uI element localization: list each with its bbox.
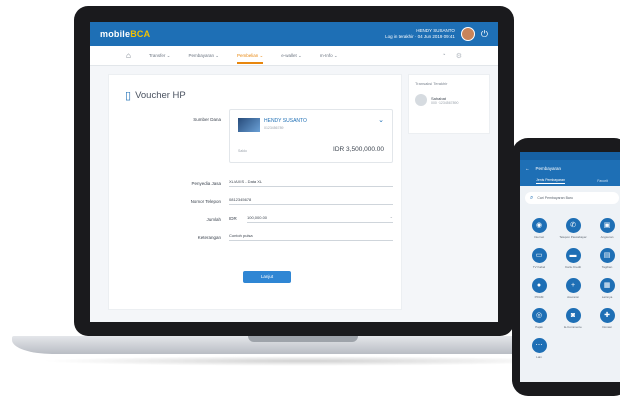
nav-pembayaran[interactable]: Pembayaran ⌄ [188, 46, 219, 66]
content: ▯ Voucher HP Sumber Dana HENDY SUSANTO 0… [90, 66, 498, 322]
payment-item[interactable]: ▦ Lainnya [592, 278, 620, 299]
phone-tabs: Jenis Pembayaran Favorit [520, 176, 620, 186]
user-info: HENDY SUSANTO Log in terakhir · 04 Jun 2… [385, 28, 455, 40]
recent-avatar [415, 94, 427, 106]
payment-item-label: Pajak [535, 325, 543, 329]
payment-item[interactable]: ✆ Telepon Pascabayar [558, 218, 588, 239]
account-name: HENDY SUSANTO [264, 118, 307, 124]
payment-item-label: Tagihan [601, 265, 613, 269]
source-label: Sumber Dana [193, 117, 221, 122]
tv-icon: ▭ [531, 248, 547, 263]
payment-item-label: Kartu Kredit [565, 265, 581, 269]
page-title: ▯ Voucher HP [125, 90, 186, 102]
payment-item-label: TV Kabel [532, 265, 546, 269]
submit-button[interactable]: Lanjut [243, 271, 291, 283]
payment-item[interactable]: ✚ Donasi [592, 308, 620, 329]
recent-transactions-panel: Transaksi Terakhir Sahabat 000 ·12345678… [408, 74, 490, 134]
laptop-shadow [40, 356, 570, 366]
recent-item[interactable]: Sahabat 000 ·1234567890 [415, 94, 483, 106]
avatar[interactable] [460, 27, 475, 41]
school-icon: ◎ [531, 308, 547, 323]
amount-select[interactable]: 100,000.00 ⌄ [247, 211, 393, 223]
nav-transfer[interactable]: Transfer ⌄ [149, 46, 171, 66]
payment-item-label: Telepon Pascabayar [559, 235, 587, 239]
laptop-notch [248, 336, 358, 342]
amount-label: Jumlah [206, 217, 221, 222]
nav-ewallet[interactable]: e-wallet ⌄ [281, 46, 302, 66]
nav-pembelian[interactable]: Pembelian ⌄ [237, 46, 264, 66]
nav-minfo[interactable]: m-Info ⌄ [320, 46, 338, 66]
app-logo[interactable]: mobileBCA [100, 29, 150, 39]
building-icon: ▦ [599, 278, 615, 293]
payment-item-label: PDAM [534, 295, 544, 299]
last-login: Log in terakhir · 04 Jun 2019 09:41 [385, 34, 455, 39]
doc-icon: ▤ [599, 248, 615, 263]
card-image [238, 118, 260, 132]
power-icon[interactable]: ⏻ [481, 29, 488, 40]
phone-screen: ← Pembayaran Jenis Pembayaran Favorit ⌕ … [520, 152, 620, 382]
chevron-down-icon[interactable]: ⌄ [378, 116, 384, 124]
currency-label: IDR [229, 216, 237, 221]
phone-label: Nomor Telepon [190, 199, 221, 204]
nav-icons: ◔ ⚙ [441, 52, 462, 60]
phone-header: ← Pembayaran [520, 160, 620, 176]
wifi-icon: ◉ [531, 218, 547, 233]
payment-item[interactable]: ⋯ Lain [524, 338, 554, 359]
phone-icon: ✆ [565, 218, 581, 233]
more-icon: ⋯ [531, 338, 547, 353]
user-area: HENDY SUSANTO Log in terakhir · 04 Jun 2… [385, 27, 488, 41]
tab-favorit[interactable]: Favorit [597, 179, 608, 183]
payment-item-label: Angsuran [600, 235, 614, 239]
note-input[interactable]: Contoh pulsa [229, 229, 393, 241]
top-bar: mobileBCA HENDY SUSANTO Log in terakhir … [90, 22, 498, 46]
settings-icon[interactable]: ⚙ [456, 52, 462, 60]
card-icon: ▬ [565, 248, 581, 263]
search-icon: ⌕ [530, 194, 534, 201]
voucher-form-panel: ▯ Voucher HP Sumber Dana HENDY SUSANTO 0… [108, 74, 402, 310]
side-title: Transaksi Terakhir [415, 81, 448, 86]
payment-item-label: Asuransi [567, 295, 579, 299]
payment-item-label: Donasi [602, 325, 612, 329]
wallet-icon: ▣ [599, 218, 615, 233]
account-balance: IDR 3,500,000.00 [333, 146, 384, 153]
provider-label: Penyedia Jasa [191, 181, 221, 186]
saldo-label: Saldo [238, 149, 247, 153]
recent-sub: 000 ·1234567890 [431, 100, 459, 105]
phone-status-bar [520, 152, 620, 160]
plus-icon: + [565, 278, 581, 293]
payment-item-label: Lainnya [601, 295, 613, 299]
payment-item[interactable]: ▣ Angsuran [592, 218, 620, 239]
account-card[interactable]: HENDY SUSANTO 0123456789 ⌄ Saldo IDR 3,5… [229, 109, 393, 163]
tab-jenis[interactable]: Jenis Pembayaran [536, 178, 566, 184]
provider-select[interactable]: XL/AXIS - Data XL [229, 175, 393, 187]
laptop-screen: mobileBCA HENDY SUSANTO Log in terakhir … [90, 22, 498, 322]
phone-search[interactable]: ⌕ Cari Pembayaran Baru [525, 192, 619, 204]
payment-item-label: Internet [533, 235, 545, 239]
payment-item[interactable]: ◎ Pajak [524, 308, 554, 329]
payment-item[interactable]: ▭ TV Kabel [524, 248, 554, 269]
payment-item[interactable]: ◙ E-Commerce [558, 308, 588, 329]
payment-item[interactable]: + Asuransi [558, 278, 588, 299]
phone-title: Pembayaran [535, 165, 562, 171]
note-label: Keterangan [197, 235, 221, 240]
payment-item-label: E-Commerce [564, 325, 582, 329]
payment-item[interactable]: ▬ Kartu Kredit [558, 248, 588, 269]
water-icon: ● [531, 278, 547, 293]
payment-item[interactable]: ▤ Tagihan [592, 248, 620, 269]
phone-icon: ▯ [125, 90, 132, 102]
home-icon[interactable]: ⌂ [126, 51, 131, 60]
payment-item[interactable]: ◉ Internet [524, 218, 554, 239]
payment-item-label: Lain [536, 355, 542, 359]
product-mockup: mobileBCA HENDY SUSANTO Log in terakhir … [0, 0, 620, 398]
payment-item[interactable]: ● PDAM [524, 278, 554, 299]
account-number: 0123456789 [264, 126, 284, 130]
phone-input[interactable]: 0812345678 [229, 193, 393, 205]
main-nav: ⌂ Transfer ⌄ Pembayaran ⌄ Pembelian ⌄ e-… [90, 46, 498, 66]
chevron-down-icon: ⌄ [389, 214, 393, 219]
bell-icon[interactable]: ◔ [441, 52, 445, 60]
bag-icon: ◙ [565, 308, 581, 323]
gift-icon: ✚ [599, 308, 615, 323]
back-arrow-icon[interactable]: ← [525, 166, 530, 171]
